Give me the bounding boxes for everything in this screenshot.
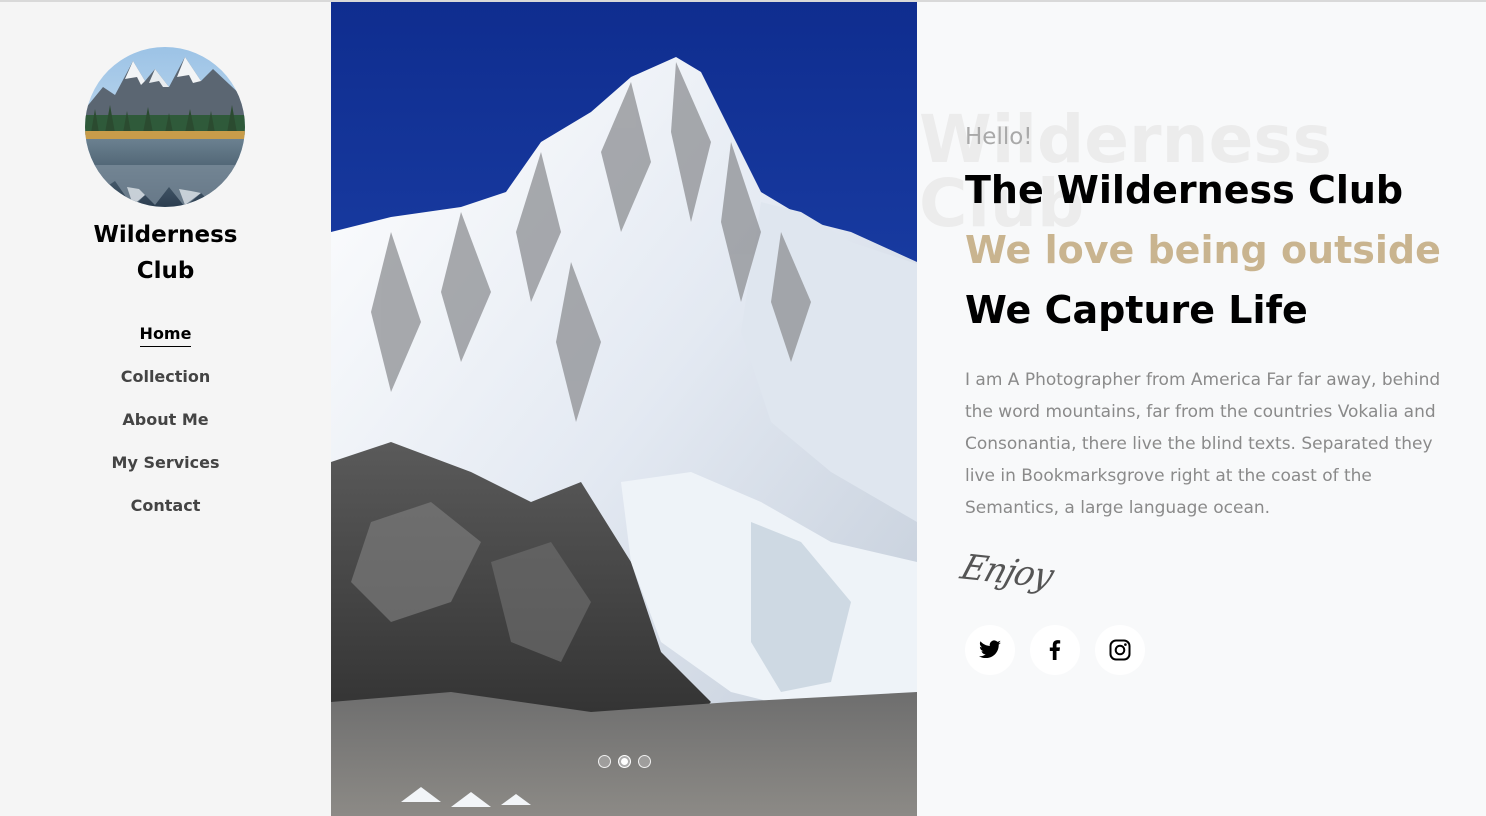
avatar[interactable] bbox=[85, 47, 245, 207]
instagram-link[interactable] bbox=[1095, 625, 1145, 675]
signature: Enjoy bbox=[955, 547, 1058, 597]
social-links bbox=[965, 625, 1145, 675]
brand-line-1: Wilderness bbox=[93, 222, 238, 248]
snowy-mountain-photo bbox=[331, 2, 917, 816]
accent-heading: We love being outside bbox=[965, 228, 1441, 272]
brand-line-2: Club bbox=[136, 258, 195, 284]
intro-paragraph: I am A Photographer from America Far far… bbox=[965, 370, 1441, 518]
nav-collection[interactable]: Collection bbox=[121, 367, 211, 389]
nav-about-me[interactable]: About Me bbox=[122, 410, 208, 432]
facebook-link[interactable] bbox=[1030, 625, 1080, 675]
hello-text: Hello! bbox=[965, 124, 1033, 150]
page-title: The Wilderness Club bbox=[965, 168, 1404, 212]
nav-my-services[interactable]: My Services bbox=[112, 453, 220, 475]
slider-dot-1[interactable] bbox=[597, 755, 611, 768]
brand-name[interactable]: Wilderness Club bbox=[0, 217, 331, 289]
mountain-lake-avatar bbox=[85, 47, 245, 207]
slider-dot-2[interactable] bbox=[617, 755, 631, 768]
main-nav: Home Collection About Me My Services Con… bbox=[0, 324, 331, 539]
twitter-link[interactable] bbox=[965, 625, 1015, 675]
nav-home[interactable]: Home bbox=[139, 324, 192, 347]
instagram-icon bbox=[1109, 639, 1131, 661]
sidebar: Wilderness Club Home Collection About Me… bbox=[0, 2, 331, 816]
slider-dot-3[interactable] bbox=[637, 755, 651, 768]
hero-slider bbox=[331, 2, 917, 816]
tagline-heading: We Capture Life bbox=[965, 288, 1308, 332]
intro-content: Wilderness Club Hello! The Wilderness Cl… bbox=[917, 2, 1486, 816]
facebook-icon bbox=[1049, 640, 1061, 660]
slider-dots bbox=[331, 755, 917, 768]
twitter-icon bbox=[979, 640, 1001, 659]
nav-contact[interactable]: Contact bbox=[131, 496, 201, 518]
